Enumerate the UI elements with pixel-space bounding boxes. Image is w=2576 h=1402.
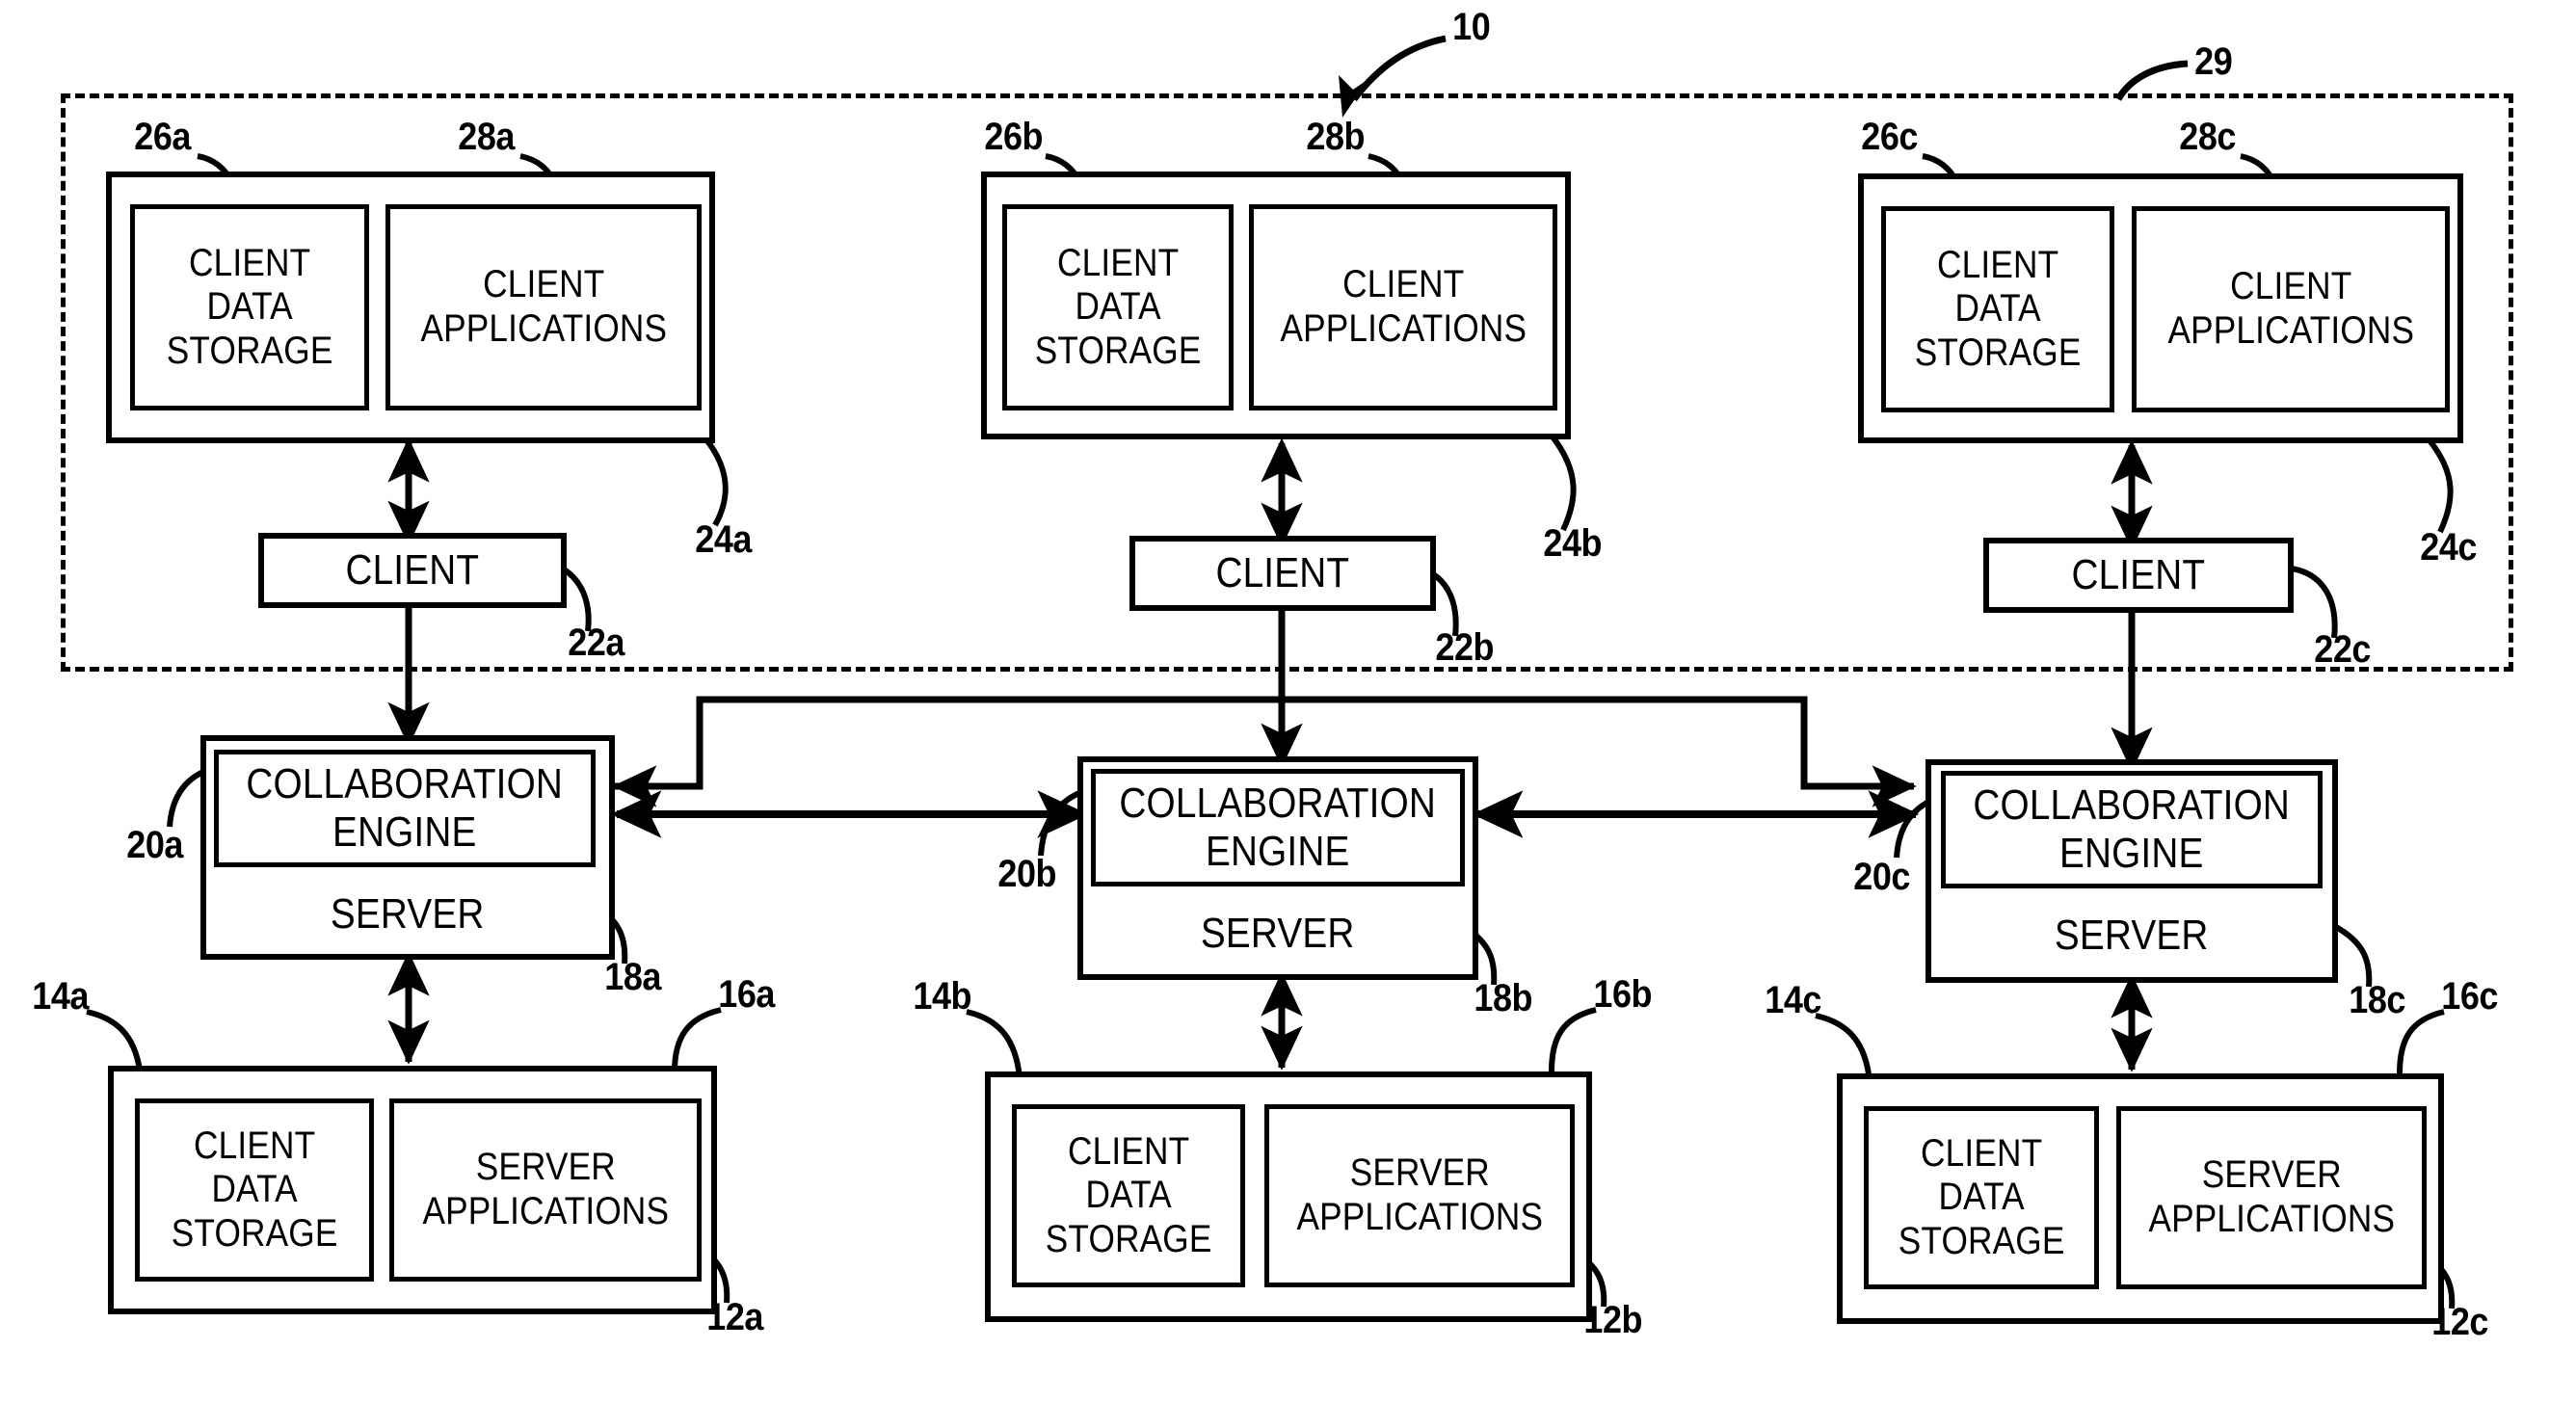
- ref-28c: 28c: [2179, 116, 2236, 158]
- leader-18c: [2334, 924, 2373, 988]
- client-b[interactable]: CLIENT: [1129, 536, 1436, 611]
- ref-24c: 24c: [2420, 526, 2477, 569]
- ref-20c: 20c: [1853, 856, 1910, 898]
- ref-26a: 26a: [134, 116, 191, 158]
- ref-18a: 18a: [604, 956, 661, 998]
- ref-14b: 14b: [913, 975, 972, 1018]
- ref-10: 10: [1452, 6, 1491, 48]
- server-applications-a-label: SERVER APPLICATIONS: [422, 1146, 669, 1232]
- collaboration-engine-a[interactable]: COLLABORATION ENGINE: [214, 750, 596, 867]
- ref-16a: 16a: [718, 973, 775, 1016]
- server-client-data-storage-b[interactable]: CLIENT DATA STORAGE: [1012, 1104, 1245, 1287]
- server-b-label: SERVER: [1201, 909, 1355, 957]
- leader-16c: [2397, 1009, 2445, 1074]
- leader-14c: [1815, 1013, 1872, 1082]
- server-c-label-wrap: SERVER: [1925, 906, 2338, 966]
- ref-26b: 26b: [984, 116, 1044, 158]
- ref-16b: 16b: [1593, 973, 1653, 1016]
- client-data-storage-b[interactable]: CLIENT DATA STORAGE: [1002, 204, 1234, 410]
- server-applications-c[interactable]: SERVER APPLICATIONS: [2116, 1106, 2427, 1289]
- server-client-data-storage-a-label: CLIENT DATA STORAGE: [171, 1124, 338, 1255]
- ref-20a: 20a: [126, 824, 183, 866]
- server-client-data-storage-b-label: CLIENT DATA STORAGE: [1045, 1129, 1212, 1260]
- server-client-data-storage-c[interactable]: CLIENT DATA STORAGE: [1864, 1106, 2099, 1289]
- client-data-storage-c-label: CLIENT DATA STORAGE: [1914, 243, 2082, 374]
- client-c[interactable]: CLIENT: [1983, 538, 2294, 613]
- ref-24b: 24b: [1543, 522, 1603, 565]
- server-applications-b-label: SERVER APPLICATIONS: [1296, 1151, 1543, 1238]
- client-applications-c[interactable]: CLIENT APPLICATIONS: [2132, 206, 2450, 412]
- server-applications-c-label: SERVER APPLICATIONS: [2148, 1153, 2395, 1240]
- server-b-label-wrap: SERVER: [1077, 904, 1478, 964]
- leader-14b: [966, 1009, 1022, 1078]
- client-applications-c-label: CLIENT APPLICATIONS: [2167, 265, 2414, 352]
- ref-22c: 22c: [2314, 628, 2371, 671]
- ref-24a: 24a: [695, 518, 752, 561]
- collaboration-engine-c-label: COLLABORATION ENGINE: [1973, 780, 2291, 877]
- server-applications-b[interactable]: SERVER APPLICATIONS: [1264, 1104, 1575, 1287]
- collaboration-engine-b[interactable]: COLLABORATION ENGINE: [1091, 769, 1465, 886]
- ref-20b: 20b: [997, 853, 1057, 895]
- patent-figure: 10 29 26a 28a 24a 22a 20a 18a 14a 16a 12…: [0, 0, 2576, 1402]
- client-applications-a[interactable]: CLIENT APPLICATIONS: [385, 204, 702, 410]
- server-a-label-wrap: SERVER: [200, 885, 615, 944]
- ref-16c: 16c: [2441, 975, 2498, 1018]
- client-applications-a-label: CLIENT APPLICATIONS: [420, 263, 667, 350]
- client-c-label: CLIENT: [2071, 550, 2206, 598]
- client-b-label: CLIENT: [1215, 548, 1350, 596]
- ref-14c: 14c: [1765, 979, 1821, 1021]
- ref-28b: 28b: [1306, 116, 1366, 158]
- ref-26c: 26c: [1861, 116, 1918, 158]
- client-data-storage-c[interactable]: CLIENT DATA STORAGE: [1881, 206, 2114, 412]
- link-engine-b-to-engine-a: [612, 696, 1087, 807]
- collaboration-engine-b-label: COLLABORATION ENGINE: [1119, 779, 1437, 875]
- collaboration-engine-c[interactable]: COLLABORATION ENGINE: [1941, 771, 2323, 888]
- server-client-data-storage-c-label: CLIENT DATA STORAGE: [1898, 1131, 2065, 1262]
- server-c-label: SERVER: [2055, 911, 2209, 959]
- server-applications-a[interactable]: SERVER APPLICATIONS: [389, 1098, 702, 1282]
- server-client-data-storage-a[interactable]: CLIENT DATA STORAGE: [135, 1098, 374, 1282]
- client-data-storage-b-label: CLIENT DATA STORAGE: [1034, 241, 1202, 372]
- client-applications-b-label: CLIENT APPLICATIONS: [1280, 263, 1527, 350]
- client-a[interactable]: CLIENT: [258, 533, 567, 608]
- ref-14a: 14a: [32, 975, 89, 1018]
- client-data-storage-a-label: CLIENT DATA STORAGE: [166, 241, 333, 372]
- leader-16a: [672, 1007, 722, 1072]
- ref-28a: 28a: [458, 116, 515, 158]
- client-a-label: CLIENT: [345, 545, 480, 594]
- ref-18c: 18c: [2349, 979, 2405, 1021]
- ref-22a: 22a: [568, 622, 624, 664]
- client-data-storage-a[interactable]: CLIENT DATA STORAGE: [130, 204, 369, 410]
- ref-22b: 22b: [1435, 626, 1495, 669]
- collaboration-engine-a-label: COLLABORATION ENGINE: [246, 759, 564, 856]
- leader-16b: [1549, 1007, 1597, 1072]
- server-a-label: SERVER: [331, 889, 485, 938]
- ref-18b: 18b: [1474, 977, 1533, 1019]
- client-applications-b[interactable]: CLIENT APPLICATIONS: [1249, 204, 1557, 410]
- ref-29: 29: [2194, 40, 2233, 83]
- ref-12b: 12b: [1583, 1299, 1643, 1341]
